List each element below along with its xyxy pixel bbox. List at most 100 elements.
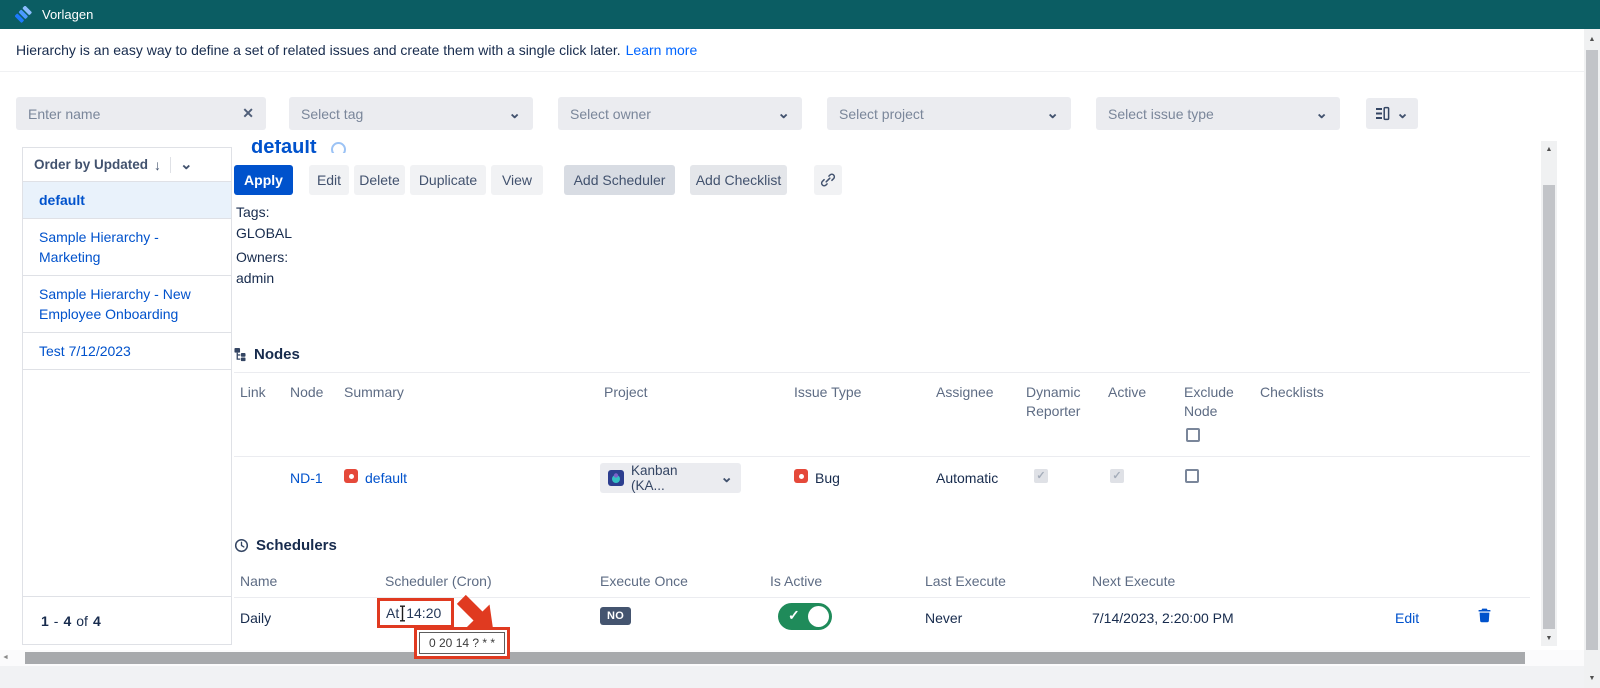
project-select[interactable]: Kanban (KA... ⌄ <box>600 463 741 493</box>
col-checklists: Checklists <box>1260 383 1324 402</box>
col-last-execute: Last Execute <box>925 572 1006 591</box>
col-active: Active <box>1108 383 1146 402</box>
sidebar-item-default[interactable]: default <box>23 182 231 219</box>
tags-label: Tags: <box>236 204 269 220</box>
project-filter-value: Select project <box>839 106 924 122</box>
clock-icon <box>234 538 249 553</box>
app-window: Vorlagen Hierarchy is an easy way to def… <box>0 0 1600 688</box>
chevron-down-icon: ⌄ <box>1396 109 1409 119</box>
duplicate-button[interactable]: Duplicate <box>410 165 486 195</box>
apply-button[interactable]: Apply <box>234 165 293 195</box>
template-detail-panel: default Apply Edit Delete Duplicate View… <box>234 140 1530 646</box>
schedulers-section-heading: Schedulers <box>234 537 337 554</box>
col-project: Project <box>604 383 648 402</box>
cron-tooltip-highlighted: 0 20 14 ? * * <box>414 627 510 659</box>
sidebar-item-test[interactable]: Test 7/12/2023 <box>23 333 231 370</box>
cron-value-highlighted[interactable]: At 14:20 <box>377 598 454 628</box>
col-is-active: Is Active <box>770 572 822 591</box>
col-assignee: Assignee <box>936 383 994 402</box>
order-by-label: Order by Updated <box>34 157 148 172</box>
scroll-left-icon[interactable]: ◄ <box>2 654 9 661</box>
next-execute-value: 7/14/2023, 2:20:00 PM <box>1092 610 1234 626</box>
exclude-node-checkbox[interactable] <box>1185 469 1199 483</box>
columns-icon <box>1375 106 1390 121</box>
app-title: Vorlagen <box>42 7 93 22</box>
sort-direction-icon[interactable]: ↓ <box>154 157 161 173</box>
bug-type-icon <box>344 469 358 483</box>
clear-icon[interactable]: ✕ <box>242 105 254 122</box>
add-scheduler-button[interactable]: Add Scheduler <box>564 165 675 195</box>
inner-scrollbar-thumb[interactable] <box>1543 185 1555 629</box>
issue-type-filter-select[interactable]: Select issue type ⌄ <box>1096 97 1340 130</box>
active-checkbox: ✓ <box>1110 469 1124 483</box>
project-filter-select[interactable]: Select project ⌄ <box>827 97 1071 130</box>
pagination-of: of <box>76 613 88 629</box>
banner-text: Hierarchy is an easy way to define a set… <box>16 42 621 58</box>
execute-once-badge: NO <box>600 607 631 625</box>
edit-button[interactable]: Edit <box>309 165 349 195</box>
template-list-sidebar: Order by Updated ↓ ⌄ default Sample Hier… <box>22 147 232 645</box>
assignee-value: Automatic <box>936 470 998 486</box>
divider <box>170 157 171 173</box>
node-key-link[interactable]: ND-1 <box>290 470 323 486</box>
owners-value: admin <box>236 270 274 286</box>
delete-button[interactable]: Delete <box>354 165 405 195</box>
scroll-down-icon[interactable]: ▼ <box>1584 670 1600 686</box>
chevron-down-icon: ⌄ <box>508 109 521 119</box>
footer-strip <box>0 666 1600 688</box>
project-select-value: Kanban (KA... <box>631 463 713 493</box>
cron-time: 14:20 <box>406 605 441 621</box>
jira-logo-icon <box>15 6 33 24</box>
nodes-heading-text: Nodes <box>254 346 300 363</box>
name-filter-input[interactable] <box>28 106 228 122</box>
chevron-down-icon[interactable]: ⌄ <box>180 160 193 170</box>
columns-config-button[interactable]: ⌄ <box>1366 98 1418 129</box>
scroll-up-icon[interactable]: ▲ <box>1584 31 1600 47</box>
pagination: 1 - 4 of 4 <box>23 596 231 644</box>
description-banner: Hierarchy is an easy way to define a set… <box>0 29 1584 72</box>
last-execute-value: Never <box>925 610 962 626</box>
sidebar-spacer <box>23 370 231 596</box>
scheduler-edit-link[interactable]: Edit <box>1395 610 1419 626</box>
owners-label: Owners: <box>236 249 288 265</box>
check-icon: ✓ <box>788 607 800 624</box>
view-button[interactable]: View <box>491 165 543 195</box>
horizontal-scrollbar[interactable]: ◄ <box>0 650 1584 666</box>
tag-filter-value: Select tag <box>301 106 363 122</box>
sidebar-item-sample-marketing[interactable]: Sample Hierarchy - Marketing <box>23 219 231 276</box>
is-active-toggle[interactable]: ✓ <box>778 603 832 630</box>
col-summary: Summary <box>344 383 404 402</box>
learn-more-link[interactable]: Learn more <box>626 42 698 58</box>
outer-vertical-scrollbar[interactable]: ▲ ▼ <box>1584 29 1600 688</box>
col-link: Link <box>240 383 266 402</box>
add-checklist-button[interactable]: Add Checklist <box>690 165 787 195</box>
trash-icon[interactable] <box>1478 608 1491 623</box>
owner-filter-select[interactable]: Select owner ⌄ <box>558 97 802 130</box>
col-sched-name: Name <box>240 572 277 591</box>
app-header: Vorlagen <box>0 0 1600 29</box>
divider <box>234 456 1530 457</box>
horizontal-scrollbar-thumb[interactable] <box>25 652 1525 664</box>
sidebar-item-sample-onboarding[interactable]: Sample Hierarchy - New Employee Onboardi… <box>23 276 231 333</box>
scroll-down-icon[interactable]: ▼ <box>1541 630 1557 646</box>
order-by-control[interactable]: Order by Updated ↓ ⌄ <box>23 148 231 182</box>
exclude-node-header-checkbox[interactable] <box>1186 428 1200 442</box>
pagination-total: 4 <box>93 613 101 629</box>
chevron-down-icon: ⌄ <box>1315 109 1328 119</box>
divider <box>234 372 1530 373</box>
col-exclude-node: Exclude Node <box>1184 383 1246 421</box>
owner-filter-value: Select owner <box>570 106 651 122</box>
chevron-down-icon: ⌄ <box>777 109 790 119</box>
pagination-end: 4 <box>63 613 71 629</box>
tag-filter-select[interactable]: Select tag ⌄ <box>289 97 533 130</box>
outer-scrollbar-thumb[interactable] <box>1586 50 1598 650</box>
project-avatar-icon <box>608 470 624 486</box>
copy-link-button[interactable] <box>814 165 842 195</box>
scroll-up-icon[interactable]: ▲ <box>1541 141 1557 157</box>
node-summary-link[interactable]: default <box>365 470 407 486</box>
inner-vertical-scrollbar[interactable]: ▲ ▼ <box>1541 141 1557 646</box>
tags-value: GLOBAL <box>236 225 292 241</box>
col-issue-type: Issue Type <box>794 383 861 402</box>
bug-type-icon <box>794 469 808 483</box>
template-title-clipped: default <box>251 140 511 153</box>
